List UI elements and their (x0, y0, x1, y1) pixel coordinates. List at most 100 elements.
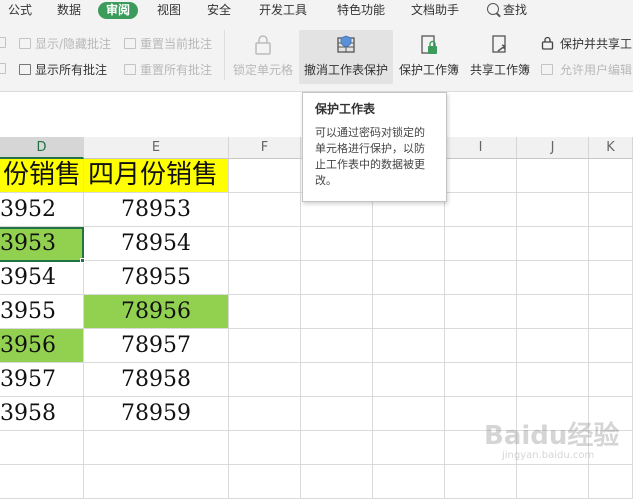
cell-g-row-5[interactable] (301, 329, 373, 363)
cell-d-row-9[interactable] (0, 465, 84, 499)
cell-g-row-3[interactable] (301, 261, 373, 295)
cell-d-row-5[interactable]: 3956 (0, 329, 84, 363)
share-workbook-button[interactable]: 共享工作簿 (467, 30, 533, 84)
menu-formula[interactable]: 公式 (8, 3, 32, 18)
cell-i-row-0[interactable] (445, 159, 517, 193)
cell-e-row-0[interactable]: 四月份销售 (84, 159, 229, 193)
cell-f-row-7[interactable] (229, 397, 301, 431)
search-icon[interactable] (487, 3, 499, 15)
cell-j-row-5[interactable] (517, 329, 589, 363)
cell-j-row-2[interactable] (517, 227, 589, 261)
cell-h-row-4[interactable] (373, 295, 445, 329)
cell-d-row-8[interactable] (0, 431, 84, 465)
cell-g-row-2[interactable] (301, 227, 373, 261)
cell-f-row-1[interactable] (229, 193, 301, 227)
cell-j-row-1[interactable] (517, 193, 589, 227)
cell-k-row-6[interactable] (589, 363, 633, 397)
cell-i-row-2[interactable] (445, 227, 517, 261)
menu-review[interactable]: 审阅 (98, 2, 139, 19)
cell-g-row-9[interactable] (301, 465, 373, 499)
cell-h-row-2[interactable] (373, 227, 445, 261)
cell-k-row-3[interactable] (589, 261, 633, 295)
cell-j-row-4[interactable] (517, 295, 589, 329)
cell-e-row-6[interactable]: 78958 (84, 363, 229, 397)
cell-e-row-5[interactable]: 78957 (84, 329, 229, 363)
cell-k-row-9[interactable] (589, 465, 633, 499)
column-header-d[interactable]: D (0, 137, 84, 159)
cell-e-row-8[interactable] (84, 431, 229, 465)
protect-sheet-tooltip: 保护工作表 可以通过密码对锁定的单元格进行保护，以防止工作表中的数据被更改。 (302, 92, 447, 202)
show-hide-comments-button[interactable]: 显示/隐藏批注 (35, 37, 111, 51)
cell-f-row-5[interactable] (229, 329, 301, 363)
cell-g-row-6[interactable] (301, 363, 373, 397)
column-header-j[interactable]: J (517, 137, 589, 159)
column-header-f[interactable]: F (229, 137, 301, 159)
cell-h-row-7[interactable] (373, 397, 445, 431)
cell-e-row-7[interactable]: 78959 (84, 397, 229, 431)
cell-i-row-9[interactable] (445, 465, 517, 499)
reset-all-comments-button[interactable]: 重置所有批注 (140, 63, 212, 77)
cell-d-row-4[interactable]: 3955 (0, 295, 84, 329)
cell-i-row-5[interactable] (445, 329, 517, 363)
menu-data[interactable]: 数据 (57, 3, 81, 18)
cell-f-row-8[interactable] (229, 431, 301, 465)
cell-h-row-3[interactable] (373, 261, 445, 295)
cell-g-row-4[interactable] (301, 295, 373, 329)
show-all-comments-button[interactable]: 显示所有批注 (35, 63, 107, 77)
cell-i-row-1[interactable] (445, 193, 517, 227)
cell-e-row-3[interactable]: 78955 (84, 261, 229, 295)
fill-handle[interactable] (80, 258, 85, 263)
cell-j-row-3[interactable] (517, 261, 589, 295)
cell-d-row-1[interactable]: 3952 (0, 193, 84, 227)
menu-security[interactable]: 安全 (207, 3, 231, 18)
cell-j-row-0[interactable] (517, 159, 589, 193)
cell-d-row-0[interactable]: 份销售 (0, 159, 84, 193)
cell-e-row-4[interactable]: 78956 (84, 295, 229, 329)
cell-f-row-2[interactable] (229, 227, 301, 261)
cell-h-row-5[interactable] (373, 329, 445, 363)
cell-k-row-5[interactable] (589, 329, 633, 363)
column-header-e[interactable]: E (84, 137, 229, 159)
lock-cell-icon (255, 35, 271, 55)
cell-g-row-7[interactable] (301, 397, 373, 431)
cell-k-row-0[interactable] (589, 159, 633, 193)
cell-f-row-3[interactable] (229, 261, 301, 295)
cell-e-row-2[interactable]: 78954 (84, 227, 229, 261)
cell-k-row-2[interactable] (589, 227, 633, 261)
cell-i-row-4[interactable] (445, 295, 517, 329)
cell-g-row-8[interactable] (301, 431, 373, 465)
cell-f-row-9[interactable] (229, 465, 301, 499)
column-header-i[interactable]: I (445, 137, 517, 159)
cell-d-row-3[interactable]: 3954 (0, 261, 84, 295)
cell-i-row-3[interactable] (445, 261, 517, 295)
reset-current-comment-button[interactable]: 重置当前批注 (140, 37, 212, 51)
cell-h-row-8[interactable] (373, 431, 445, 465)
lock-cell-button[interactable]: 锁定单元格 (230, 30, 296, 84)
menu-developer[interactable]: 开发工具 (259, 3, 307, 18)
menu-view[interactable]: 视图 (157, 3, 181, 18)
cell-k-row-4[interactable] (589, 295, 633, 329)
cell-h-row-9[interactable] (373, 465, 445, 499)
protect-and-share-button[interactable]: 保护并共享工 (560, 37, 632, 51)
menu-bar: 公式 数据 审阅 视图 安全 开发工具 特色功能 文档助手 查找 (0, 0, 633, 22)
allow-users-edit-button[interactable]: 允许用户编辑 (560, 63, 632, 77)
cell-d-row-6[interactable]: 3957 (0, 363, 84, 397)
cell-f-row-4[interactable] (229, 295, 301, 329)
menu-doc-assistant[interactable]: 文档助手 (411, 3, 459, 18)
cell-j-row-9[interactable] (517, 465, 589, 499)
reset-all-icon (124, 64, 136, 75)
cell-i-row-6[interactable] (445, 363, 517, 397)
cell-e-row-9[interactable] (84, 465, 229, 499)
cell-f-row-6[interactable] (229, 363, 301, 397)
menu-features[interactable]: 特色功能 (337, 3, 385, 18)
cell-h-row-6[interactable] (373, 363, 445, 397)
menu-search[interactable]: 查找 (503, 3, 527, 18)
cell-j-row-6[interactable] (517, 363, 589, 397)
column-header-k[interactable]: K (589, 137, 633, 159)
cell-d-row-7[interactable]: 3958 (0, 397, 84, 431)
cell-k-row-1[interactable] (589, 193, 633, 227)
unprotect-sheet-button[interactable]: 撤消工作表保护 (299, 30, 393, 84)
cell-f-row-0[interactable] (229, 159, 301, 193)
cell-e-row-1[interactable]: 78953 (84, 193, 229, 227)
protect-workbook-button[interactable]: 保护工作簿 (396, 30, 462, 84)
